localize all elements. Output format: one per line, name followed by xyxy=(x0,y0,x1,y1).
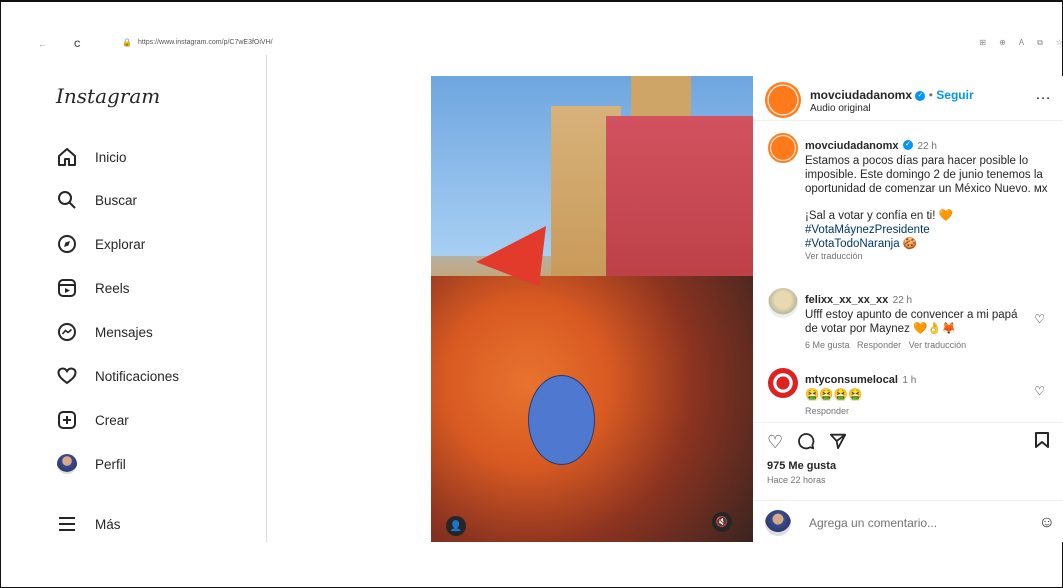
comment-meta: 6 Me gusta Responder Ver traducción xyxy=(805,340,1033,350)
read-aloud-icon[interactable]: A xyxy=(1019,38,1024,48)
like-icon[interactable]: ♡ xyxy=(767,432,783,455)
divider xyxy=(753,422,1063,423)
post-panel: movciudadanomx ✓ • Seguir Audio original… xyxy=(753,76,1063,542)
comment-text: 🤮🤮🤮🤮 xyxy=(805,389,863,401)
post-time: Hace 22 horas xyxy=(767,475,826,485)
menu-icon xyxy=(56,513,78,535)
commenter-avatar[interactable] xyxy=(768,288,798,318)
sidebar-item-label: Más xyxy=(95,516,121,532)
like-comment-icon[interactable]: ♡ xyxy=(1034,312,1045,326)
heart-icon xyxy=(56,365,78,387)
search-icon xyxy=(56,189,78,211)
grid-icon[interactable]: ⊞ xyxy=(979,38,986,48)
comment: felixx_xx_xx_xx 22 h Ufff estoy apunto d… xyxy=(805,290,1033,350)
sidebar-item-mas[interactable]: Más xyxy=(56,512,121,536)
comment-likes[interactable]: 6 Me gusta xyxy=(805,340,850,350)
reply-button[interactable]: Responder xyxy=(857,340,901,350)
author-username[interactable]: movciudadanomx xyxy=(810,88,912,102)
reels-icon xyxy=(56,277,78,299)
translate-link[interactable]: Ver traducción xyxy=(805,251,1055,261)
avatar xyxy=(56,453,78,475)
likes-count[interactable]: 975 Me gusta xyxy=(767,460,836,472)
translate-link[interactable]: Ver traducción xyxy=(909,340,967,350)
comment-input[interactable]: Agrega un comentario... xyxy=(809,516,1039,530)
plus-square-icon xyxy=(56,409,78,431)
compass-icon xyxy=(56,233,78,255)
mute-icon[interactable]: 🔇 xyxy=(712,512,732,532)
comment-username[interactable]: mtyconsumelocal xyxy=(805,374,898,386)
extension-icon[interactable]: ⧉ xyxy=(1037,38,1043,48)
separator: • xyxy=(928,88,933,102)
browser-toolbar: ← C 🔒 https://www.instagram.com/p/C7wE3f… xyxy=(34,38,1063,52)
divider xyxy=(753,500,1063,501)
post-actions: ♡ xyxy=(767,432,847,455)
follow-button[interactable]: Seguir xyxy=(936,88,973,102)
messenger-icon xyxy=(56,321,78,343)
comment: mtyconsumelocal 1 h 🤮🤮🤮🤮 Responder xyxy=(805,370,1033,416)
favorite-icon[interactable]: ☆ xyxy=(1056,38,1063,48)
back-button[interactable]: ← xyxy=(38,39,47,49)
reply-button[interactable]: Responder xyxy=(805,406,1033,416)
sidebar-item-label: Reels xyxy=(95,280,130,296)
share-icon[interactable] xyxy=(829,432,847,455)
hashtag-link[interactable]: #VotaMáynezPresidente xyxy=(805,223,1055,237)
caption-avatar[interactable] xyxy=(768,133,798,163)
caption: movciudadanomx ✓ 22 h Estamos a pocos dí… xyxy=(805,136,1055,261)
lock-icon: 🔒 xyxy=(122,38,132,47)
instagram-logo[interactable]: Instagram xyxy=(56,84,160,108)
sidebar-item-perfil[interactable]: Perfil xyxy=(56,452,126,476)
author-avatar[interactable] xyxy=(765,82,801,118)
audio-label[interactable]: Audio original xyxy=(810,103,871,114)
post-header: movciudadanomx ✓ • Seguir Audio original… xyxy=(753,76,1063,121)
caption-username[interactable]: movciudadanomx xyxy=(805,140,899,152)
commenter-avatar[interactable] xyxy=(768,368,798,398)
comment-username[interactable]: felixx_xx_xx_xx xyxy=(805,294,888,306)
comment-time: 1 h xyxy=(902,375,917,386)
sidebar-item-label: Inicio xyxy=(95,149,127,165)
comment-time: 22 h xyxy=(892,295,913,306)
sidebar-item-label: Buscar xyxy=(95,192,138,208)
sidebar-item-label: Notificaciones xyxy=(95,368,180,384)
emoji-icon[interactable]: ☺ xyxy=(1039,514,1055,532)
caption-text: Estamos a pocos días para hacer posible … xyxy=(805,155,1048,195)
sidebar-item-reels[interactable]: Reels xyxy=(56,276,130,300)
sidebar-item-notificaciones[interactable]: Notificaciones xyxy=(56,364,179,388)
verified-badge-icon: ✓ xyxy=(902,139,913,150)
sidebar-item-inicio[interactable]: Inicio xyxy=(56,145,127,169)
comment-composer: Agrega un comentario... ☺ xyxy=(765,508,1055,538)
comment-icon[interactable] xyxy=(797,432,815,455)
like-comment-icon[interactable]: ♡ xyxy=(1034,384,1045,398)
verified-badge-icon: ✓ xyxy=(915,90,926,101)
current-user-avatar xyxy=(765,510,791,536)
refresh-button[interactable]: C xyxy=(74,39,81,49)
save-icon[interactable] xyxy=(1035,432,1049,453)
address-bar[interactable]: https://www.instagram.com/p/C7wE3fOiVH/ xyxy=(138,39,273,46)
sidebar-item-label: Crear xyxy=(95,412,129,428)
more-options-icon[interactable]: … xyxy=(1035,86,1051,104)
tagged-users-icon[interactable]: 👤 xyxy=(446,516,466,536)
sidebar-item-label: Perfil xyxy=(95,456,126,472)
browser-actions: ⊞ ⊕ A ⧉ ☆ xyxy=(979,38,1063,48)
home-icon xyxy=(56,146,78,168)
sidebar-item-label: Mensajes xyxy=(95,324,153,340)
sidebar-item-mensajes[interactable]: Mensajes xyxy=(56,320,153,344)
zoom-icon[interactable]: ⊕ xyxy=(999,38,1006,48)
sidebar-item-crear[interactable]: Crear xyxy=(56,408,129,432)
sidebar-item-explorar[interactable]: Explorar xyxy=(56,232,145,256)
face-blur-overlay xyxy=(528,375,595,465)
caption-time: 22 h xyxy=(917,141,937,152)
sidebar: Instagram Inicio Buscar Explorar Reels M… xyxy=(34,55,267,542)
hashtag-link[interactable]: #VotaTodoNaranja 🍪 xyxy=(805,237,1055,251)
post-header-title: movciudadanomx ✓ • Seguir xyxy=(810,88,974,102)
sidebar-item-label: Explorar xyxy=(95,236,146,252)
sidebar-item-buscar[interactable]: Buscar xyxy=(56,188,137,212)
comment-text: Ufff estoy apunto de convencer a mi papá… xyxy=(805,309,1018,335)
caption-line2: ¡Sal a votar y confía en ti! 🧡 xyxy=(805,210,953,222)
reel-video[interactable]: 👤 🔇 xyxy=(431,76,753,542)
